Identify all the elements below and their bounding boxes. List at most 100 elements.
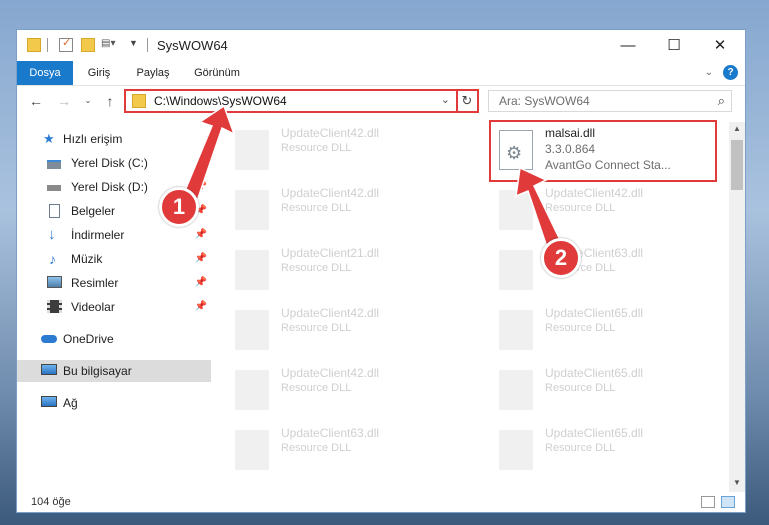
- maximize-button[interactable]: ☐: [651, 30, 697, 61]
- pin-icon[interactable]: 📌: [195, 176, 207, 198]
- sidebar-item-pictures[interactable]: Resimler 📌: [17, 272, 211, 294]
- large-icons-view-icon[interactable]: [721, 496, 735, 508]
- pin-icon[interactable]: 📌: [195, 248, 207, 270]
- file-name: UpdateClient65.dll: [545, 366, 644, 380]
- videos-icon: [47, 300, 62, 313]
- documents-icon: [49, 204, 60, 218]
- sidebar-item-quick-access[interactable]: ★ Hızlı erişim: [17, 128, 211, 150]
- dll-file-icon: [235, 250, 269, 290]
- file-description: Resource DLL: [281, 142, 352, 154]
- window-title: SysWOW64: [157, 38, 228, 53]
- chevron-down-icon[interactable]: ⌄: [441, 93, 450, 106]
- explorer-window: ✓ ▤▾ ▼ SysWOW64 — ☐ ✕ Dosya Giriş Paylaş…: [16, 29, 746, 513]
- new-folder-icon[interactable]: [81, 38, 95, 52]
- list-item[interactable]: UpdateClient42.dll Resource DLL: [229, 122, 444, 176]
- address-path: C:\Windows\SysWOW64: [154, 94, 287, 108]
- sidebar-item-label: Yerel Disk (D:): [71, 180, 148, 194]
- title-bar: ✓ ▤▾ ▼ SysWOW64 — ☐ ✕: [17, 30, 745, 61]
- customize-toolbar-icon[interactable]: ▤▾: [101, 38, 125, 52]
- download-icon: ↓: [48, 226, 56, 243]
- close-button[interactable]: ✕: [697, 30, 743, 61]
- divider: [47, 38, 48, 52]
- search-box[interactable]: Ara: SysWOW64 ⌕: [488, 90, 732, 112]
- callout-badge-1: 1: [159, 187, 199, 227]
- list-item[interactable]: UpdateClient42.dll Resource DLL: [229, 362, 444, 416]
- sidebar-item-local-disk-c[interactable]: Yerel Disk (C:) 📌: [17, 152, 211, 174]
- tab-view[interactable]: Görünüm: [187, 61, 247, 85]
- dll-file-icon: [499, 250, 533, 290]
- up-arrow-icon[interactable]: ↑: [101, 92, 119, 110]
- dll-file-icon: [499, 310, 533, 350]
- cloud-icon: [41, 335, 57, 343]
- sidebar-item-label: Bu bilgisayar: [63, 364, 132, 378]
- scroll-up-icon[interactable]: ▲: [729, 124, 745, 133]
- folder-icon[interactable]: [27, 38, 41, 52]
- dll-file-icon: [235, 310, 269, 350]
- callout-badge-2: 2: [541, 238, 581, 278]
- list-item[interactable]: UpdateClient42.dll Resource DLL: [493, 182, 708, 236]
- minimize-button[interactable]: —: [605, 30, 651, 61]
- address-bar[interactable]: C:\Windows\SysWOW64 ⌄: [124, 89, 458, 113]
- sidebar-item-videos[interactable]: Videolar 📌: [17, 296, 211, 318]
- sidebar-item-this-pc[interactable]: Bu bilgisayar: [17, 360, 211, 382]
- sidebar-item-network[interactable]: Ağ: [17, 392, 211, 414]
- file-description: Resource DLL: [281, 442, 352, 454]
- scroll-down-icon[interactable]: ▼: [729, 478, 745, 487]
- sidebar-item-label: Videolar: [71, 300, 115, 314]
- sidebar-item-label: İndirmeler: [71, 228, 125, 242]
- pin-icon[interactable]: 📌: [195, 224, 207, 246]
- recent-locations-icon[interactable]: ⌄: [79, 92, 97, 110]
- pin-icon[interactable]: 📌: [195, 152, 207, 174]
- file-name: UpdateClient42.dll: [545, 186, 644, 200]
- tab-home[interactable]: Giriş: [79, 61, 119, 85]
- file-name: UpdateClient42.dll: [281, 186, 380, 200]
- sidebar-item-music[interactable]: ♪ Müzik 📌: [17, 248, 211, 270]
- file-description: Resource DLL: [545, 382, 616, 394]
- dropdown-icon[interactable]: ▼: [129, 38, 143, 52]
- dll-file-icon: [235, 430, 269, 470]
- pin-icon[interactable]: 📌: [195, 296, 207, 318]
- item-count: 104 öğe: [31, 496, 71, 508]
- quick-access-toolbar: ✓ ▤▾ ▼: [25, 37, 145, 54]
- sidebar-item-onedrive[interactable]: OneDrive: [17, 328, 211, 350]
- dll-file-icon: [235, 370, 269, 410]
- pin-icon[interactable]: 📌: [195, 272, 207, 294]
- highlight-box: [489, 120, 717, 182]
- sidebar-item-label: Ağ: [63, 396, 78, 410]
- properties-icon[interactable]: ✓: [59, 37, 73, 52]
- details-view-icon[interactable]: [701, 496, 715, 508]
- forward-arrow-icon[interactable]: →: [55, 92, 73, 110]
- list-item[interactable]: UpdateClient42.dll Resource DLL: [229, 182, 444, 236]
- list-item[interactable]: UpdateClient65.dll Resource DLL: [493, 302, 708, 356]
- sidebar-item-label: Hızlı erişim: [63, 132, 123, 146]
- file-description: Resource DLL: [281, 322, 352, 334]
- list-item[interactable]: UpdateClient42.dll Resource DLL: [229, 302, 444, 356]
- scrollbar-thumb[interactable]: [731, 140, 743, 190]
- network-icon: [41, 396, 57, 407]
- help-icon[interactable]: ?: [723, 65, 738, 80]
- folder-icon: [132, 94, 146, 108]
- vertical-scrollbar[interactable]: ▲ ▼: [729, 122, 745, 492]
- dll-file-icon: [235, 130, 269, 170]
- file-name: UpdateClient65.dll: [545, 306, 644, 320]
- file-list: UpdateClient42.dll Resource DLL UpdateCl…: [229, 120, 729, 492]
- refresh-button[interactable]: ↻: [457, 89, 479, 113]
- list-item[interactable]: UpdateClient63.dll Resource DLL: [493, 242, 708, 296]
- sidebar-item-downloads[interactable]: ↓ İndirmeler 📌: [17, 224, 211, 246]
- tab-share[interactable]: Paylaş: [129, 61, 177, 85]
- back-arrow-icon[interactable]: ←: [27, 92, 45, 110]
- drive-icon: [47, 160, 61, 169]
- status-bar: 104 öğe: [17, 492, 745, 512]
- list-item[interactable]: UpdateClient65.dll Resource DLL: [493, 362, 708, 416]
- list-item[interactable]: UpdateClient21.dll Resource DLL: [229, 242, 444, 296]
- list-item[interactable]: UpdateClient65.dll Resource DLL: [493, 422, 708, 476]
- navigation-pane: ★ Hızlı erişim Yerel Disk (C:) 📌 Yerel D…: [17, 122, 211, 492]
- list-item[interactable]: UpdateClient63.dll Resource DLL: [229, 422, 444, 476]
- star-icon: ★: [43, 131, 55, 146]
- tab-file[interactable]: Dosya: [17, 61, 73, 85]
- file-description: Resource DLL: [281, 202, 352, 214]
- dll-file-icon: [499, 190, 533, 230]
- ribbon-tabs: Dosya Giriş Paylaş Görünüm ⌄ ?: [17, 61, 745, 86]
- expand-ribbon-icon[interactable]: ⌄: [701, 61, 717, 85]
- file-description: Resource DLL: [545, 202, 616, 214]
